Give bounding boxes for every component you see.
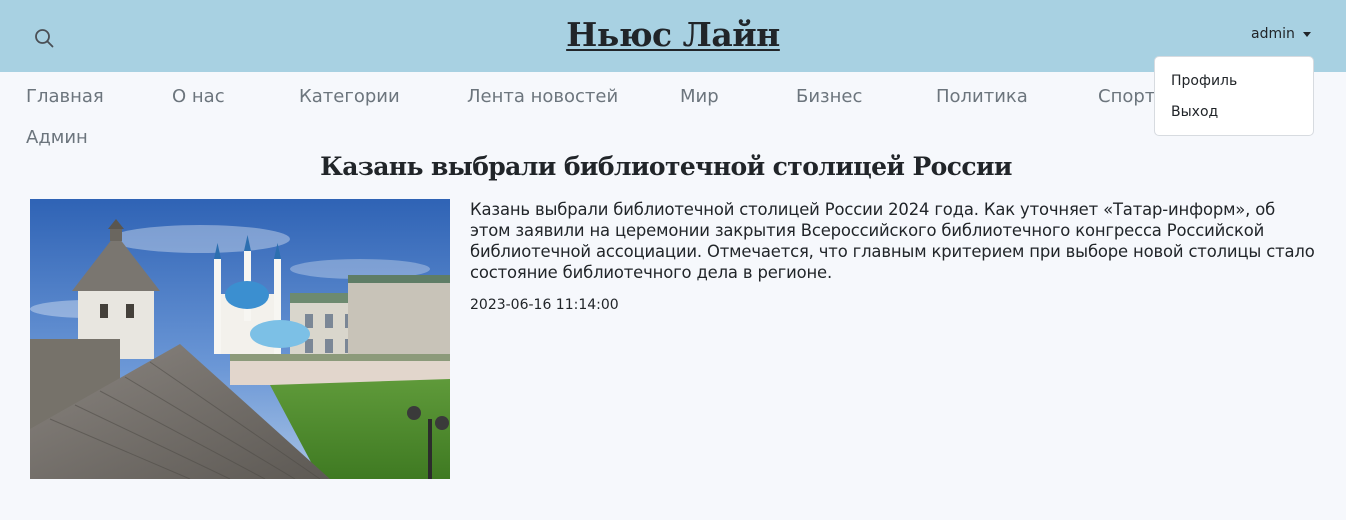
user-menu-toggle[interactable]: admin: [1251, 24, 1311, 44]
caret-down-icon: [1302, 31, 1311, 37]
nav-item-home[interactable]: Главная: [26, 85, 104, 109]
nav-item-admin[interactable]: Админ: [26, 126, 88, 150]
nav-item-sport[interactable]: Спорт: [1098, 85, 1155, 109]
nav-item-categories[interactable]: Категории: [299, 85, 400, 109]
site-brand-link[interactable]: Ньюс Лайн: [566, 15, 780, 54]
article-title: Казань выбрали библиотечной столицей Рос…: [320, 152, 1012, 181]
article-date: 2023-06-16 11:14:00: [470, 297, 619, 313]
nav-item-world[interactable]: Мир: [680, 85, 719, 109]
nav-item-business[interactable]: Бизнес: [796, 85, 862, 109]
user-dropdown-menu: Профиль Выход: [1154, 56, 1314, 136]
nav-item-politics[interactable]: Политика: [936, 85, 1028, 109]
nav-item-about[interactable]: О нас: [172, 85, 225, 109]
dropdown-item-logout[interactable]: Выход: [1171, 102, 1218, 122]
article-image: [30, 199, 450, 479]
kazan-kremlin-photo: [30, 199, 450, 479]
article-body: Казань выбрали библиотечной столицей Рос…: [470, 200, 1315, 282]
user-name: admin: [1251, 26, 1295, 42]
header: Ньюс Лайн admin: [0, 0, 1346, 72]
dropdown-item-profile[interactable]: Профиль: [1171, 71, 1237, 91]
site-brand-container: Ньюс Лайн: [0, 10, 1346, 60]
nav-item-news-feed[interactable]: Лента новостей: [467, 85, 618, 109]
